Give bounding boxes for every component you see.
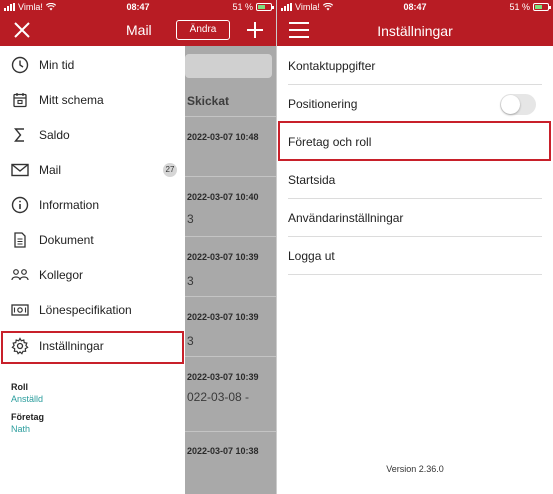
company-label: Företag xyxy=(11,412,45,422)
calendar-icon xyxy=(10,90,30,110)
document-icon xyxy=(10,230,30,250)
drawer-item-mitt-schema[interactable]: Mitt schema xyxy=(0,83,185,117)
row-divider xyxy=(185,116,276,117)
plus-icon[interactable] xyxy=(245,20,265,40)
battery-percent: 51 % xyxy=(509,2,530,12)
mail-search-input[interactable] xyxy=(185,54,272,78)
app-version: Version 2.36.0 xyxy=(386,464,444,474)
mail-row-date[interactable]: 2022-03-07 10:39 xyxy=(187,312,259,322)
navigation-drawer: Min tid Mitt schema Saldo Mail 27 Inform… xyxy=(0,46,185,494)
mail-row-date[interactable]: 2022-03-07 10:38 xyxy=(187,446,259,456)
mail-row-subject: 022-03-08 - xyxy=(187,390,250,404)
info-icon xyxy=(10,195,30,215)
battery-icon xyxy=(256,3,274,11)
drawer-item-label: Kollegor xyxy=(39,268,84,282)
people-icon xyxy=(10,265,30,285)
settings-navbar: Inställningar xyxy=(277,14,553,46)
mail-row-subject: 3 xyxy=(187,334,194,348)
row-divider xyxy=(185,296,276,297)
drawer-item-label: Mail xyxy=(39,163,62,177)
payslip-icon xyxy=(10,300,30,320)
drawer-item-label: Mitt schema xyxy=(39,93,104,107)
mail-row-subject: 3 xyxy=(187,212,194,226)
mail-row-date[interactable]: 2022-03-07 10:39 xyxy=(187,252,259,262)
status-battery: 51 % xyxy=(509,2,551,12)
settings-item-user-settings[interactable]: Användarinställningar xyxy=(288,199,542,237)
drawer-item-label: Saldo xyxy=(39,128,70,142)
highlight-box xyxy=(1,331,184,364)
drawer-item-label: Min tid xyxy=(39,58,75,72)
mail-column-header: Skickat xyxy=(187,94,230,108)
settings-item-contact[interactable]: Kontaktuppgifter xyxy=(288,47,542,85)
settings-item-logout[interactable]: Logga ut xyxy=(288,237,542,275)
drawer-item-min-tid[interactable]: Min tid xyxy=(0,48,185,82)
mail-navbar: Mail Ändra xyxy=(0,14,276,46)
mail-row-date[interactable]: 2022-03-07 10:48 xyxy=(187,132,259,142)
clock-icon xyxy=(10,55,30,75)
drawer-item-label: Information xyxy=(39,198,100,212)
settings-item-label: Kontaktuppgifter xyxy=(288,58,376,73)
role-label: Roll xyxy=(11,382,28,392)
row-divider xyxy=(185,236,276,237)
page-title: Inställningar xyxy=(377,23,453,39)
mail-count-badge: 27 xyxy=(163,163,177,177)
mail-list-background: Skickat 2022-03-07 10:48 2022-03-07 10:4… xyxy=(185,46,276,494)
sigma-icon xyxy=(10,125,30,145)
drawer-item-kollegor[interactable]: Kollegor xyxy=(0,258,185,292)
positioning-toggle[interactable] xyxy=(500,94,536,115)
drawer-item-saldo[interactable]: Saldo xyxy=(0,118,185,152)
drawer-item-mail[interactable]: Mail 27 xyxy=(0,153,185,187)
battery-percent: 51 % xyxy=(232,2,253,12)
row-divider xyxy=(185,176,276,177)
right-phone-screen: Vimla! 08:47 51 % Inställningar Kontaktu… xyxy=(277,0,553,494)
drawer-item-label: Dokument xyxy=(39,233,94,247)
edit-button[interactable]: Ändra xyxy=(176,20,230,40)
mail-row-subject: 3 xyxy=(187,274,194,288)
settings-item-start-page[interactable]: Startsida xyxy=(288,161,542,199)
settings-item-label: Startsida xyxy=(288,172,336,187)
status-battery: 51 % xyxy=(232,2,274,12)
toggle-knob xyxy=(501,95,520,114)
close-icon[interactable] xyxy=(12,20,32,40)
row-divider xyxy=(185,431,276,432)
left-phone-screen: Vimla! 08:47 51 % Mail Ändra Skickat 202… xyxy=(0,0,276,494)
drawer-item-dokument[interactable]: Dokument xyxy=(0,223,185,257)
mail-title: Mail xyxy=(126,22,152,38)
settings-item-label: Logga ut xyxy=(288,248,335,263)
role-value: Anställd xyxy=(11,394,44,404)
drawer-item-label: Lönespecifikation xyxy=(39,303,132,317)
settings-item-label: Positionering xyxy=(288,96,358,111)
mail-row-date[interactable]: 2022-03-07 10:39 xyxy=(187,372,259,382)
settings-item-positioning: Positionering xyxy=(288,85,542,123)
row-divider xyxy=(185,356,276,357)
battery-icon xyxy=(533,3,551,11)
drawer-item-lonespecifikation[interactable]: Lönespecifikation xyxy=(0,293,185,327)
highlight-box xyxy=(278,121,551,161)
mail-row-date[interactable]: 2022-03-07 10:40 xyxy=(187,192,259,202)
status-bar: Vimla! 08:47 51 % xyxy=(0,0,276,14)
mail-icon xyxy=(10,160,30,180)
status-bar: Vimla! 08:47 51 % xyxy=(277,0,553,14)
company-value: Nath xyxy=(11,424,31,434)
settings-item-label: Användarinställningar xyxy=(288,210,404,225)
drawer-item-information[interactable]: Information xyxy=(0,188,185,222)
